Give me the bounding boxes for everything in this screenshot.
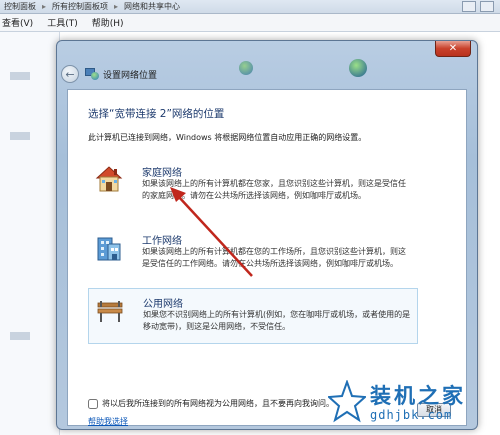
home-network-description: 如果该网络上的所有计算机都在您家，且您识别这些计算机，则这是受信任的家庭网络。请… <box>142 179 406 200</box>
address-separator: ▸ <box>42 2 47 11</box>
home-network-option[interactable]: 家庭网络 如果该网络上的所有计算机都在您家，且您识别这些计算机，则这是受信任的家… <box>88 158 418 210</box>
watermark-url: gdhjbk.com <box>370 408 453 422</box>
treat-all-as-public-label: 将以后我所连接到的所有网络视为公用网络，且不要再向我询问。 <box>102 399 334 408</box>
address-separator: ▸ <box>114 2 119 11</box>
treat-all-as-public-checkbox[interactable] <box>88 398 98 409</box>
home-network-title: 家庭网络 <box>142 168 182 179</box>
nav-pane-item[interactable] <box>10 132 30 140</box>
nav-pane <box>0 32 60 435</box>
public-network-title: 公用网络 <box>143 299 183 310</box>
star-logo-icon <box>328 380 366 423</box>
back-button[interactable]: ← <box>61 65 79 83</box>
house-icon <box>95 166 123 192</box>
office-building-icon <box>97 237 121 261</box>
menu-bar: 查看(V) 工具(T) 帮助(H) <box>0 14 500 32</box>
address-segment[interactable]: 网络和共享中心 <box>124 1 180 12</box>
watermark-brand: 装机之家 <box>370 383 466 408</box>
work-network-description: 如果该网络上的所有计算机都在您的工作场所，且您识别这些计算机，则这是受信任的工作… <box>142 247 406 268</box>
nav-pane-item[interactable] <box>10 332 30 340</box>
park-bench-icon <box>97 301 123 322</box>
watermark: 装机之家 gdhjbk.com <box>328 376 498 432</box>
public-network-description: 如果您不识别网络上的所有计算机(例如，您在咖啡厅或机场，或者使用的是移动宽带)，… <box>143 310 411 331</box>
address-segment[interactable]: 控制面板 <box>4 1 36 12</box>
network-location-icon <box>85 68 99 80</box>
search-box[interactable] <box>480 1 494 12</box>
treat-all-as-public-checkbox-row[interactable]: 将以后我所连接到的所有网络视为公用网络，且不要再向我询问。 <box>88 398 334 409</box>
menu-item-tools[interactable]: 工具(T) <box>47 16 78 29</box>
work-network-title: 工作网络 <box>142 236 182 247</box>
menu-item-help[interactable]: 帮助(H) <box>92 16 124 29</box>
page-heading: 选择“宽带连接 2”网络的位置 <box>88 108 225 120</box>
set-network-location-dialog: ✕ ← 设置网络位置 选择“宽带连接 2”网络的位置 此计算机已连接到网络，Wi… <box>56 40 478 430</box>
help-me-choose-link[interactable]: 帮助我选择 <box>88 416 128 427</box>
address-segment[interactable]: 所有控制面板项 <box>52 1 108 12</box>
back-arrow-icon: ← <box>65 67 75 81</box>
page-description: 此计算机已连接到网络，Windows 将根据网络位置自动应用正确的网络设置。 <box>88 133 367 142</box>
public-network-option[interactable]: 公用网络 如果您不识别网络上的所有计算机(例如，您在咖啡厅或机场，或者使用的是移… <box>88 288 418 344</box>
address-bar[interactable]: 控制面板 ▸ 所有控制面板项 ▸ 网络和共享中心 <box>0 0 500 14</box>
nav-pane-item[interactable] <box>10 72 30 80</box>
dialog-title: 设置网络位置 <box>103 70 158 81</box>
refresh-button[interactable] <box>462 1 476 12</box>
work-network-option[interactable]: 工作网络 如果该网络上的所有计算机都在您的工作场所，且您识别这些计算机，则这是受… <box>88 226 418 278</box>
menu-item-view[interactable]: 查看(V) <box>2 16 33 29</box>
close-button[interactable]: ✕ <box>435 41 471 57</box>
dialog-nav-bar: ← 设置网络位置 <box>61 63 473 85</box>
